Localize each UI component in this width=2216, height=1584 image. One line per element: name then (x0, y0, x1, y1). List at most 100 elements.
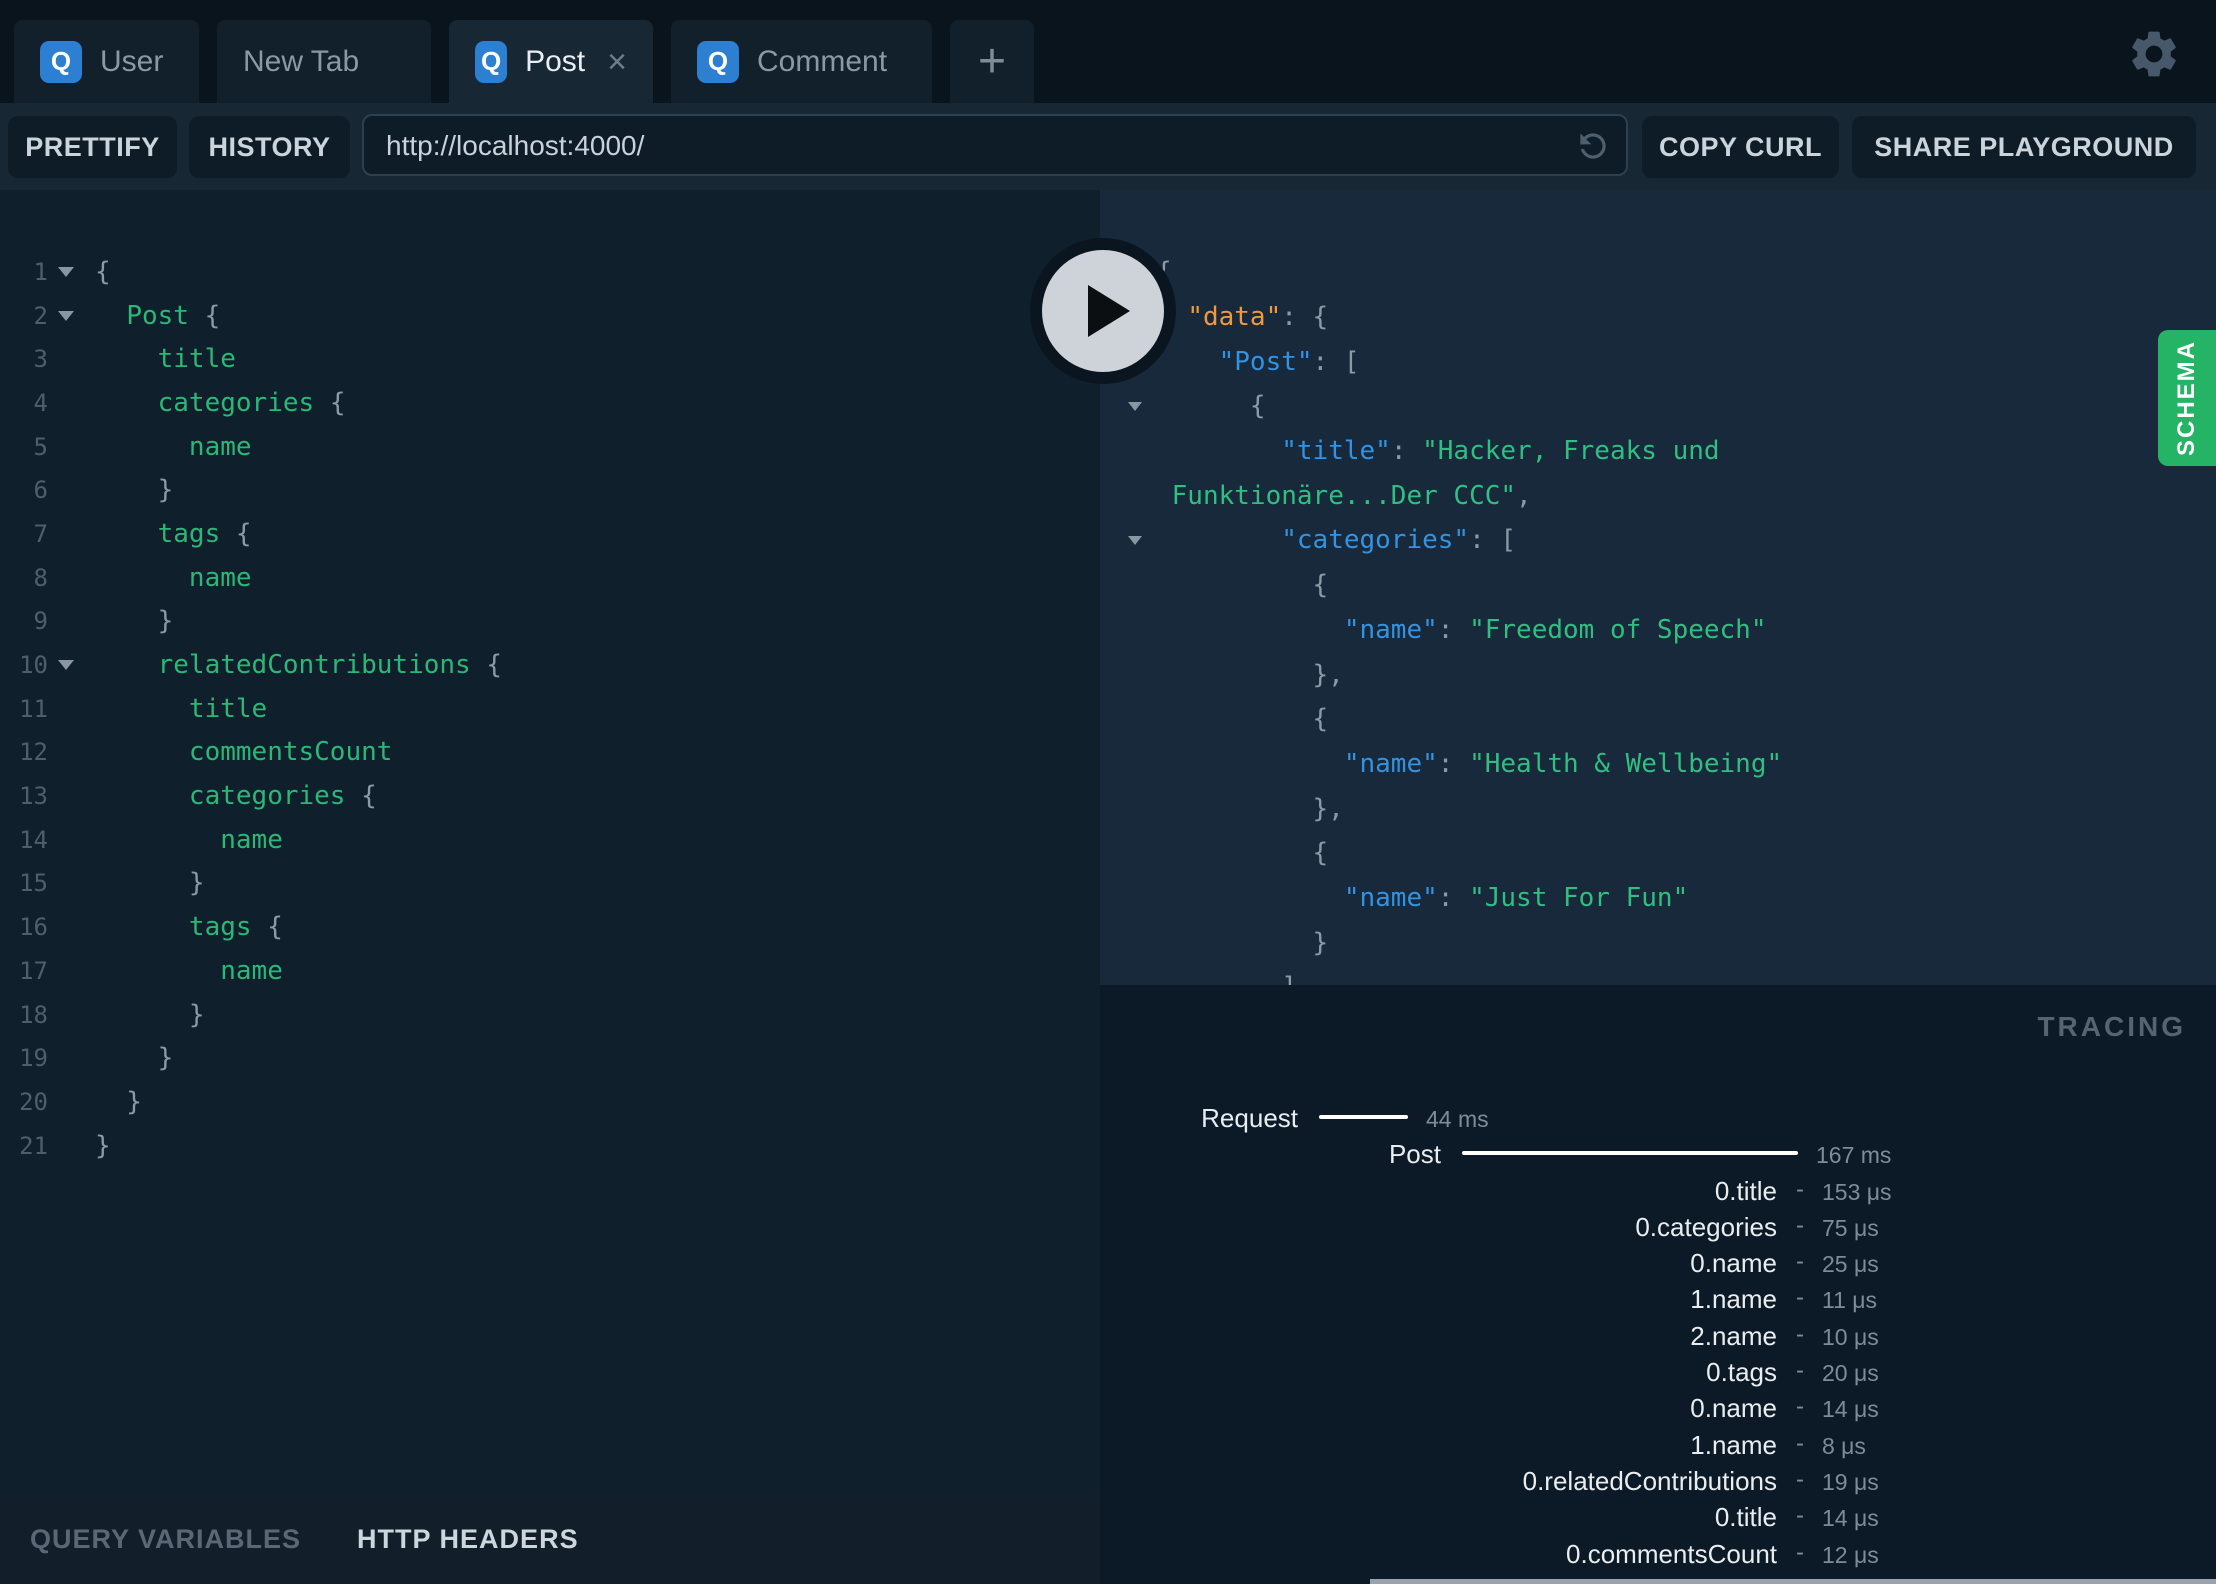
tracing-scrollbar[interactable] (1370, 1579, 2216, 1584)
line-number: 21 (19, 1131, 48, 1160)
trace-value: 14 μs (1822, 1396, 1879, 1423)
line-number: 10 (19, 651, 48, 680)
editor-line[interactable]: 17 name (0, 949, 1100, 993)
editor-line[interactable]: 14 name (0, 818, 1100, 862)
editor-code-text: name (95, 563, 252, 593)
response-code-text: "name": "Freedom of Speech" (1156, 615, 1767, 645)
line-number: 8 (33, 563, 48, 592)
http-headers-tab[interactable]: HTTP HEADERS (357, 1524, 579, 1555)
schema-side-tab[interactable]: SCHEMA (2158, 330, 2216, 466)
editor-code-text: } (95, 1000, 205, 1030)
reload-schema-icon[interactable] (1574, 127, 1612, 165)
editor-line[interactable]: 16 tags { (0, 905, 1100, 949)
editor-code-text: tags { (95, 912, 283, 942)
trace-dash: - (1796, 1248, 1804, 1276)
query-variables-tab[interactable]: QUERY VARIABLES (30, 1524, 301, 1555)
trace-field-row: 2.name -10 μs (1100, 1317, 2216, 1353)
code-segment: { (220, 518, 252, 549)
tab-comment[interactable]: Q Comment (671, 20, 932, 103)
tab-post[interactable]: Q Post × (449, 20, 653, 103)
editor-line[interactable]: 11 title (0, 687, 1100, 731)
trace-value: 75 μs (1822, 1214, 1879, 1241)
response-code-text: }, (1156, 660, 1344, 690)
editor-line[interactable]: 9 } (0, 600, 1100, 644)
close-tab-icon[interactable]: × (607, 45, 627, 79)
editor-line[interactable]: 6 } (0, 468, 1100, 512)
history-button[interactable]: HISTORY (189, 116, 350, 178)
code-segment: { (1156, 704, 1329, 735)
prettify-button[interactable]: PRETTIFY (8, 116, 177, 178)
settings-gear-icon[interactable] (2126, 26, 2182, 82)
fold-arrow-icon[interactable] (1128, 535, 1142, 545)
response-code-text: }, (1156, 794, 1344, 824)
editor-line[interactable]: 20 } (0, 1080, 1100, 1124)
response-lines: { "data": { "Post": [ { "title": "Hacker… (1100, 250, 2216, 985)
code-segment: } (95, 999, 205, 1030)
editor-line[interactable]: 15 } (0, 862, 1100, 906)
line-number: 9 (33, 607, 48, 636)
response-line: "name": "Health & Wellbeing" (1100, 742, 2216, 787)
editor-line[interactable]: 8 name (0, 556, 1100, 600)
response-code-text: "name": "Just For Fun" (1156, 883, 1688, 913)
editor-line[interactable]: 19 } (0, 1036, 1100, 1080)
fold-arrow-icon[interactable] (1128, 401, 1142, 411)
code-segment: { (1156, 838, 1329, 869)
editor-line[interactable]: 1{ (0, 250, 1100, 294)
trace-dash: - (1796, 1175, 1804, 1203)
code-segment: "data" (1187, 302, 1282, 333)
trace-value: 8 μs (1822, 1432, 1866, 1459)
line-number: 15 (19, 869, 48, 898)
trace-dash: - (1796, 1465, 1804, 1493)
tab-label: Post (525, 44, 586, 78)
query-editor[interactable]: 1{2 Post {3 title 4 categories {5 name 6 }… (0, 190, 1100, 1584)
code-segment: { (95, 256, 111, 287)
editor-line[interactable]: 10 relatedContributions { (0, 643, 1100, 687)
execute-button[interactable] (1030, 238, 1176, 384)
copy-curl-button[interactable]: COPY CURL (1642, 116, 1839, 178)
editor-line[interactable]: 18 } (0, 993, 1100, 1037)
graphql-playground: Q User New Tab Q Post × Q Comment + PRETTIFY HIS… (0, 0, 2216, 1584)
response-line: "data": { (1100, 295, 2216, 340)
tab-new-tab[interactable]: New Tab (217, 20, 431, 103)
editor-code-text: name (95, 432, 252, 462)
response-code-text: ] (1156, 972, 1297, 985)
line-number: 11 (19, 694, 48, 723)
editor-line[interactable]: 12 commentsCount (0, 731, 1100, 775)
response-code-text: "title": "Hacker, Freaks und (1156, 436, 1719, 466)
response-line: { (1100, 384, 2216, 429)
code-segment: commentsCount (188, 737, 393, 768)
code-segment: "name" (1343, 882, 1438, 913)
fold-arrow-icon[interactable] (58, 660, 74, 671)
editor-line[interactable]: 5 name (0, 425, 1100, 469)
tab-label: User (100, 44, 164, 78)
code-segment: relatedContributions (157, 650, 471, 681)
editor-line[interactable]: 13 categories { (0, 774, 1100, 818)
response-line: "categories": [ (1100, 518, 2216, 563)
editor-line[interactable]: 3 title (0, 337, 1100, 381)
line-number: 6 (33, 476, 48, 505)
schema-side-tab-label: SCHEMA (2173, 339, 2200, 456)
editor-line[interactable]: 2 Post { (0, 294, 1100, 338)
response-code-text: { (1156, 838, 1329, 869)
tab-user[interactable]: Q User (14, 20, 199, 103)
trace-label: 0.relatedContributions (1522, 1465, 1777, 1496)
response-code-text: "categories": [ (1156, 525, 1516, 555)
fold-arrow-icon[interactable] (58, 266, 74, 277)
trace-field-row: 0.title -153 μs (1100, 1172, 2216, 1208)
editor-line[interactable]: 4 categories { (0, 381, 1100, 425)
editor-code-text: relatedContributions { (95, 650, 502, 680)
code-segment: title (157, 344, 236, 375)
fold-gutter (1100, 401, 1156, 411)
editor-line[interactable]: 7 tags { (0, 512, 1100, 556)
play-icon (1088, 285, 1130, 337)
share-playground-button[interactable]: SHARE PLAYGROUND (1852, 116, 2196, 178)
trace-dash: - (1796, 1393, 1804, 1421)
editor-line[interactable]: 21} (0, 1124, 1100, 1168)
new-tab-button[interactable]: + (950, 20, 1034, 103)
fold-arrow-icon[interactable] (58, 310, 74, 321)
trace-value: 44 ms (1426, 1106, 1489, 1132)
endpoint-url-input[interactable] (384, 116, 1548, 176)
